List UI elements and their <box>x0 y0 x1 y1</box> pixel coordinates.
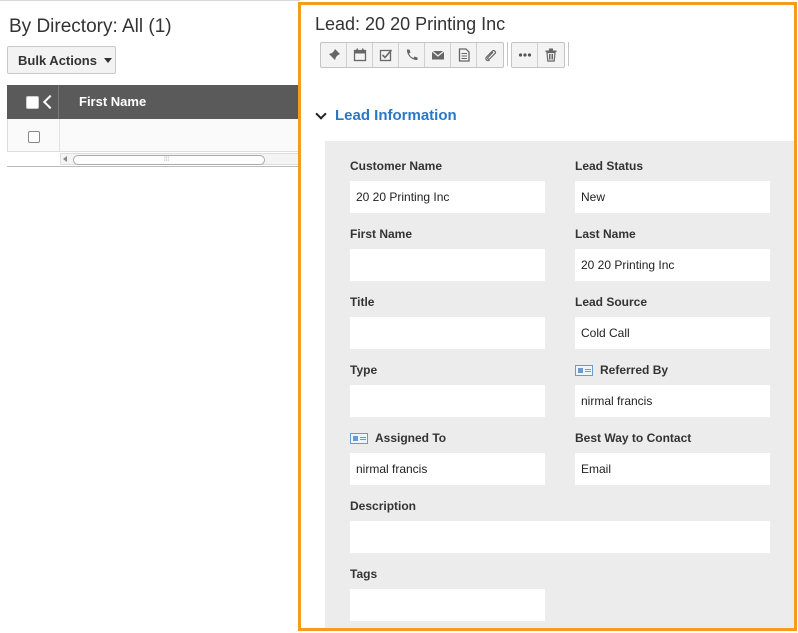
last-name-label: Last Name <box>575 227 636 241</box>
description-field[interactable] <box>350 521 770 553</box>
description-label: Description <box>350 499 417 513</box>
call-button[interactable] <box>399 43 425 67</box>
table-row[interactable] <box>7 119 307 152</box>
best-way-label: Best Way to Contact <box>575 431 692 445</box>
referred-by-label: Referred By <box>600 363 669 377</box>
lead-toolbar <box>320 42 572 68</box>
email-button[interactable] <box>425 43 451 67</box>
calendar-icon <box>353 48 366 62</box>
type-label: Type <box>350 363 378 377</box>
lead-title: Lead: 20 20 Printing Inc <box>315 14 506 34</box>
more-button[interactable] <box>512 43 538 67</box>
toolbar-divider <box>568 42 569 66</box>
lead-status-field[interactable]: New <box>575 181 770 213</box>
type-field[interactable] <box>350 385 545 417</box>
tags-field[interactable] <box>350 589 545 621</box>
referred-by-label-row: Referred By <box>575 363 668 377</box>
phone-icon <box>406 49 417 61</box>
grid-bottom-divider <box>7 166 300 167</box>
bulk-actions-label: Bulk Actions <box>18 52 97 68</box>
horizontal-scrollbar[interactable]: ⁞⁞⁞ <box>60 153 300 165</box>
tags-label: Tags <box>350 567 378 581</box>
lead-status-label: Lead Status <box>575 159 644 173</box>
directory-title: By Directory: All (1) <box>9 16 172 37</box>
customer-name-label: Customer Name <box>350 159 443 173</box>
first-name-field[interactable] <box>350 249 545 281</box>
assigned-to-label-row: Assigned To <box>350 431 446 445</box>
scrollbar-thumb[interactable]: ⁞⁞⁞ <box>73 155 265 165</box>
email-icon <box>431 50 444 60</box>
lead-information-toggle[interactable]: Lead Information <box>315 107 457 124</box>
customer-name-field[interactable]: 20 20 Printing Inc <box>350 181 545 213</box>
first-name-label: First Name <box>350 227 413 241</box>
title-label: Title <box>350 295 375 309</box>
referred-by-field[interactable]: nirmal francis <box>575 385 770 417</box>
header-divider <box>58 85 59 119</box>
chevron-down-icon <box>315 108 327 120</box>
calendar-button[interactable] <box>347 43 373 67</box>
more-icon <box>518 53 531 57</box>
section-title: Lead Information <box>335 107 457 124</box>
last-name-field[interactable]: 20 20 Printing Inc <box>575 249 770 281</box>
lead-source-field[interactable]: Cold Call <box>575 317 770 349</box>
assigned-to-field[interactable]: nirmal francis <box>350 453 545 485</box>
trash-icon <box>545 48 557 62</box>
records-grid: First Name <box>7 85 307 152</box>
delete-button[interactable] <box>538 43 564 67</box>
task-button[interactable] <box>373 43 399 67</box>
toolbar-actions-group <box>320 42 504 68</box>
toolbar-divider <box>507 42 508 66</box>
best-way-field[interactable]: Email <box>575 453 770 485</box>
pin-button[interactable] <box>321 43 347 67</box>
contact-card-icon[interactable] <box>575 364 593 376</box>
row-divider <box>59 119 60 151</box>
grip-icon: ⁞⁞⁞ <box>164 157 170 163</box>
contact-card-icon[interactable] <box>350 432 368 444</box>
scroll-left-arrow-icon[interactable] <box>63 156 67 162</box>
task-check-icon <box>379 49 392 62</box>
pin-icon <box>327 49 340 62</box>
lead-detail-panel: Lead: 20 20 Printing Inc Lead Informatio… <box>298 2 797 631</box>
top-divider <box>0 0 300 1</box>
note-button[interactable] <box>451 43 477 67</box>
select-all-checkbox[interactable] <box>26 95 39 109</box>
title-field[interactable] <box>350 317 545 349</box>
lead-source-label: Lead Source <box>575 295 648 309</box>
attachment-button[interactable] <box>477 43 503 67</box>
toolbar-more-group <box>511 42 565 68</box>
column-first-name[interactable]: First Name <box>79 94 146 109</box>
grid-header: First Name <box>7 85 307 119</box>
bulk-actions-button[interactable]: Bulk Actions <box>7 46 116 74</box>
assigned-to-label: Assigned To <box>375 431 447 445</box>
note-icon <box>458 48 470 62</box>
chevron-left-icon[interactable] <box>42 94 58 110</box>
attachment-icon <box>485 49 497 62</box>
lead-information-form: Customer Name 20 20 Printing Inc Lead St… <box>325 141 794 628</box>
row-checkbox[interactable] <box>28 131 40 143</box>
caret-down-icon <box>103 57 112 63</box>
